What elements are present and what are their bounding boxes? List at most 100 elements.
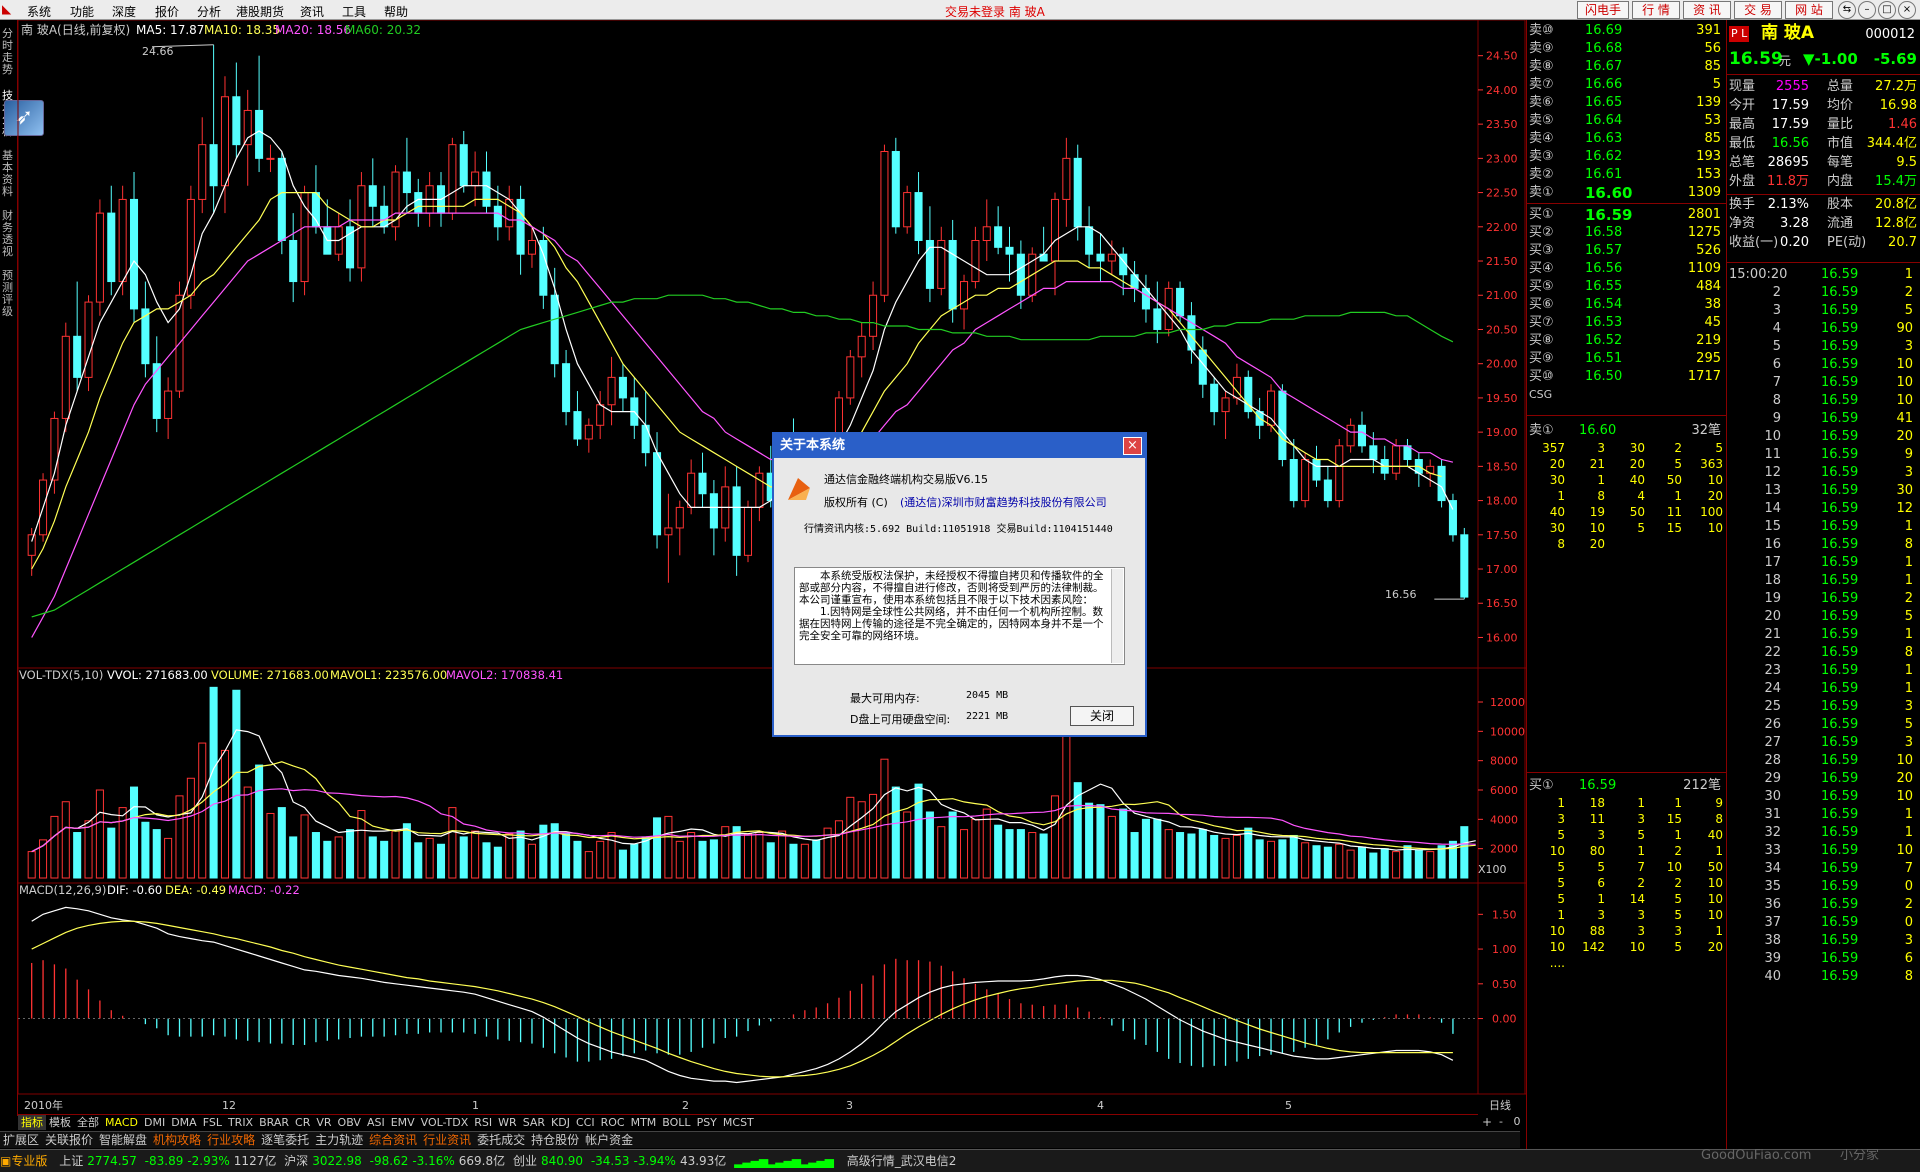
pl-badge[interactable]: P L bbox=[1729, 26, 1750, 42]
btab-dma[interactable]: DMA bbox=[168, 1115, 200, 1130]
queue_buy-queue-cell: 9 bbox=[1715, 796, 1723, 810]
menu-item-quote[interactable]: 报价 bbox=[155, 3, 179, 20]
btab-vr[interactable]: VR bbox=[313, 1115, 334, 1130]
queue_sell-queue-cell: 40 bbox=[1629, 473, 1645, 487]
btab-sar[interactable]: SAR bbox=[520, 1115, 548, 1130]
btab-all[interactable]: 全部 bbox=[74, 1115, 102, 1130]
btab-indicator[interactable]: 指标 bbox=[18, 1115, 46, 1130]
minimize-icon[interactable]: – bbox=[1858, 1, 1876, 19]
ctab-general-news[interactable]: 综合资讯 bbox=[366, 1132, 420, 1148]
btab-cci[interactable]: CCI bbox=[573, 1115, 598, 1130]
dialog-close-button[interactable]: 关闭 bbox=[1070, 706, 1134, 726]
topbtn-quotes[interactable]: 行 情 bbox=[1632, 1, 1680, 19]
app-logo-icon[interactable]: ◣ bbox=[2, 2, 11, 16]
ctab-extend[interactable]: 扩展区 bbox=[0, 1132, 42, 1148]
btab-brar[interactable]: BRAR bbox=[256, 1115, 292, 1130]
queue_buy-queue-header: 买① 16.59 212笔 bbox=[1527, 777, 1727, 795]
btab-boll[interactable]: BOLL bbox=[659, 1115, 693, 1130]
queue_buy-queue-cell: 7 bbox=[1637, 860, 1645, 874]
ctab-main-track[interactable]: 主力轨迹 bbox=[312, 1132, 366, 1148]
btab-template[interactable]: 模板 bbox=[46, 1115, 74, 1130]
menu-item-news[interactable]: 资讯 bbox=[300, 3, 324, 20]
quote-header: P L 南 玻A 000012 bbox=[1727, 24, 1920, 46]
restore-icon[interactable]: ⇆ bbox=[1838, 1, 1856, 19]
sell-level-row: 卖⑧ 16.67 85 bbox=[1527, 58, 1727, 76]
sell-level-volume: 85 bbox=[1704, 131, 1721, 146]
menu-item-depth[interactable]: 深度 bbox=[112, 3, 136, 20]
tick-price: 16.59 bbox=[1821, 411, 1859, 426]
menu-item-tools[interactable]: 工具 bbox=[342, 3, 366, 20]
ctab-tick-order[interactable]: 逐笔委托 bbox=[258, 1132, 312, 1148]
dialog-close-icon[interactable]: × bbox=[1123, 437, 1142, 455]
topbtn-trade[interactable]: 交 易 bbox=[1734, 1, 1782, 19]
btab-macd[interactable]: MACD bbox=[102, 1115, 141, 1130]
tick-row: 27 16.59 3 bbox=[1727, 734, 1920, 752]
zoom-in-button[interactable]: + bbox=[1480, 1115, 1494, 1129]
ctab-smart[interactable]: 智能解盘 bbox=[96, 1132, 150, 1148]
close-icon[interactable]: × bbox=[1898, 1, 1916, 19]
sz-name[interactable]: 沪深 bbox=[284, 1150, 308, 1172]
btab-mtm[interactable]: MTM bbox=[628, 1115, 660, 1130]
maximize-icon[interactable]: □ bbox=[1878, 1, 1896, 19]
cy-name[interactable]: 创业 bbox=[513, 1150, 537, 1172]
copyright-link[interactable]: (通达信)深圳市财富趋势科技股份有限公司 bbox=[900, 494, 1107, 510]
license-text[interactable]: 本系统受版权法保护，未经授权不得擅自拷贝和传播软件的全部或部分内容，不得擅自进行… bbox=[794, 567, 1125, 665]
btab-obv[interactable]: OBV bbox=[335, 1115, 364, 1130]
zoom-reset-button[interactable]: 0 bbox=[1510, 1115, 1524, 1128]
buy-level-price: 16.57 bbox=[1585, 243, 1623, 258]
ctab-industry-news[interactable]: 行业资讯 bbox=[420, 1132, 474, 1148]
quote-stat-label: 最高 bbox=[1729, 117, 1756, 132]
menu-item-analysis[interactable]: 分析 bbox=[197, 3, 221, 20]
price-unit: 元 bbox=[1779, 54, 1792, 68]
btab-trix[interactable]: TRIX bbox=[225, 1115, 256, 1130]
queue_buy-queue-cell: 8 bbox=[1715, 812, 1723, 826]
btab-wr[interactable]: WR bbox=[495, 1115, 520, 1130]
buy-level-row: 买⑤ 16.55 484 bbox=[1527, 278, 1727, 296]
btab-emv[interactable]: EMV bbox=[388, 1115, 418, 1130]
tick-price: 16.59 bbox=[1821, 285, 1859, 300]
license-scrollbar[interactable] bbox=[1111, 569, 1123, 663]
ctab-related[interactable]: 关联报价 bbox=[42, 1132, 96, 1148]
btab-fsl[interactable]: FSL bbox=[200, 1115, 225, 1130]
menu-item-system[interactable]: 系统 bbox=[27, 3, 51, 20]
tick-row: 29 16.59 20 bbox=[1727, 770, 1920, 788]
menu-item-hk-futures[interactable]: 港股期货 bbox=[236, 3, 284, 20]
candle-body bbox=[618, 376, 627, 399]
sh-amount: 1127亿 bbox=[233, 1154, 277, 1168]
ctab-industry[interactable]: 行业攻略 bbox=[204, 1132, 258, 1148]
period-label[interactable]: 日线 bbox=[1489, 1098, 1511, 1112]
zoom-out-button[interactable]: - bbox=[1494, 1115, 1508, 1128]
menu-item-function[interactable]: 功能 bbox=[70, 3, 94, 20]
btab-roc[interactable]: ROC bbox=[598, 1115, 628, 1130]
btab-dmi[interactable]: DMI bbox=[141, 1115, 168, 1130]
price-change: ▼-1.00 bbox=[1803, 50, 1858, 68]
btab-psy[interactable]: PSY bbox=[694, 1115, 720, 1130]
buy-level-price: 16.53 bbox=[1585, 315, 1623, 330]
candle-body bbox=[641, 424, 650, 454]
candle-body bbox=[846, 356, 855, 399]
connection-status[interactable]: 高级行情_武汉电信2 bbox=[847, 1150, 957, 1172]
sh-name[interactable]: 上证 bbox=[59, 1150, 83, 1172]
topbtn-website[interactable]: 网 站 bbox=[1785, 1, 1833, 19]
btab-rsi[interactable]: RSI bbox=[471, 1115, 495, 1130]
candle-body bbox=[255, 109, 264, 159]
btab-asi[interactable]: ASI bbox=[364, 1115, 388, 1130]
btab-cr[interactable]: CR bbox=[292, 1115, 313, 1130]
btab-kdj[interactable]: KDJ bbox=[548, 1115, 573, 1130]
volume-bar bbox=[84, 820, 93, 879]
btab-mcst[interactable]: MCST bbox=[720, 1115, 757, 1130]
tick-row: 36 16.59 2 bbox=[1727, 896, 1920, 914]
ctab-holdings[interactable]: 持仓股份 bbox=[528, 1132, 582, 1148]
candle-body bbox=[869, 294, 878, 337]
memory-value: 2045 MB bbox=[966, 690, 1009, 701]
queue_sell-queue-cell: 15 bbox=[1666, 521, 1682, 535]
topbtn-news[interactable]: 资 讯 bbox=[1683, 1, 1731, 19]
tick-volume: 5 bbox=[1904, 609, 1913, 624]
menu-item-help[interactable]: 帮助 bbox=[384, 3, 408, 20]
ctab-institution[interactable]: 机构攻略 bbox=[150, 1132, 204, 1148]
topbtn-flash[interactable]: 闪电手 bbox=[1577, 1, 1629, 19]
ctab-orders[interactable]: 委托成交 bbox=[474, 1132, 528, 1148]
kline-chart[interactable]: 24.5024.0023.5023.0022.5022.0021.5021.00… bbox=[0, 20, 1526, 1114]
ctab-account[interactable]: 帐户资金 bbox=[582, 1132, 636, 1148]
btab-vol-tdx[interactable]: VOL-TDX bbox=[418, 1115, 472, 1130]
